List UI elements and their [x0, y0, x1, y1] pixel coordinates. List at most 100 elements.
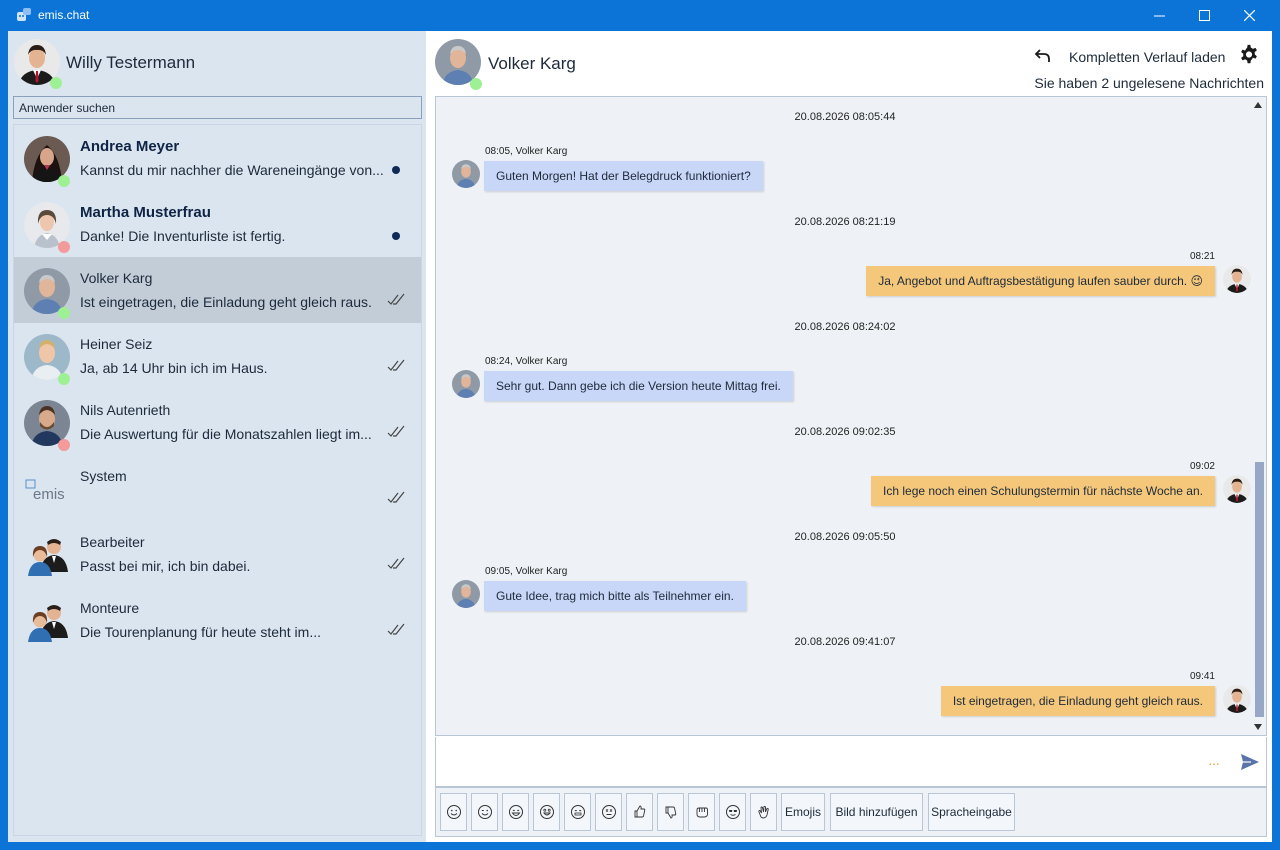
emoji-surprised-button[interactable]	[533, 793, 560, 831]
chat-panel: Volker Karg Kompletten Verlauf laden Sie…	[428, 31, 1272, 842]
contact-last-message: Ist eingetragen, die Einladung geht glei…	[80, 294, 372, 310]
contact-martha-musterfrau[interactable]: Martha Musterfrau Danke! Die Inventurlis…	[14, 191, 421, 257]
composer-toolbar: Emojis Bild hinzufügen Spracheingabe	[435, 787, 1267, 837]
read-check-icon	[387, 491, 405, 503]
contact-name: Monteure	[80, 600, 140, 616]
message-meta: 09:41	[1189, 671, 1215, 682]
incoming-message-bubble[interactable]: Gute Idee, trag mich bitte als Teilnehme…	[484, 581, 746, 611]
sidebar: Willy Testermann Andrea Meyer Kannst du …	[8, 31, 426, 842]
emoji-laugh-button[interactable]	[502, 793, 529, 831]
status-indicator	[58, 439, 70, 451]
unread-messages-info: Sie haben 2 ungelesene Nachrichten	[1034, 75, 1264, 91]
group-icon	[24, 532, 70, 578]
status-indicator	[58, 307, 70, 319]
contact-last-message: Die Tourenplanung für heute steht im...	[80, 624, 322, 640]
contact-name: Heiner Seiz	[80, 336, 153, 352]
contact-name: Volker Karg	[80, 270, 153, 286]
contact-last-message: Passt bei mir, ich bin dabei.	[80, 558, 251, 574]
contact-name: Bearbeiter	[80, 534, 145, 550]
minimize-button[interactable]	[1136, 0, 1182, 31]
clapping-hands-icon	[757, 805, 769, 819]
contact-heiner-seiz[interactable]: Heiner Seiz Ja, ab 14 Uhr bin ich im Hau…	[14, 323, 421, 389]
contact-nils-autenrieth[interactable]: Nils Autenrieth Die Auswertung für die M…	[14, 389, 421, 455]
read-check-icon	[387, 557, 405, 569]
message-timestamp: 20.08.2026 08:05:44	[794, 111, 896, 123]
smile-emoji-icon	[446, 805, 461, 819]
contact-name: System	[80, 468, 127, 484]
sender-avatar	[452, 160, 480, 188]
emoji-wink-button[interactable]	[471, 793, 498, 831]
emoji-fist-button[interactable]	[688, 793, 715, 831]
chat-partner-name: Volker Karg	[488, 54, 576, 73]
my-message-avatar	[1223, 265, 1251, 293]
wink-emoji-icon	[477, 805, 492, 819]
emoji-clap-button[interactable]	[750, 793, 777, 831]
status-indicator	[58, 373, 70, 385]
message-area: 20.08.2026 08:05:44 08:05, Volker Karg G…	[435, 96, 1267, 736]
emoji-thumbs-up-button[interactable]	[626, 793, 653, 831]
add-image-button[interactable]: Bild hinzufügen	[830, 793, 923, 831]
contact-andrea-meyer[interactable]: Andrea Meyer Kannst du mir nachher die W…	[14, 125, 421, 191]
outgoing-message-bubble[interactable]: Ist eingetragen, die Einladung geht glei…	[940, 686, 1215, 716]
contact-system[interactable]: emis System	[14, 455, 421, 521]
read-check-icon	[387, 359, 405, 371]
close-button[interactable]	[1226, 0, 1272, 31]
message-scrollbar[interactable]	[1252, 97, 1266, 735]
minimize-icon	[1153, 15, 1165, 17]
status-indicator	[58, 241, 70, 253]
surprised-emoji-icon	[539, 805, 554, 819]
grin-emoji-icon	[570, 805, 585, 819]
contact-name: Nils Autenrieth	[80, 402, 171, 418]
user-search-input[interactable]	[13, 96, 422, 119]
emoji-dizzy-button[interactable]	[595, 793, 622, 831]
contact-volker-karg[interactable]: Volker Karg Ist eingetragen, die Einladu…	[14, 257, 421, 323]
emoji-thumbs-down-button[interactable]	[657, 793, 684, 831]
thumbs-down-icon	[665, 806, 676, 819]
emoji-grin-button[interactable]	[564, 793, 591, 831]
contact-group-monteure[interactable]: Monteure Die Tourenplanung für heute ste…	[14, 587, 421, 653]
message-timestamp: 20.08.2026 08:21:19	[794, 216, 896, 228]
incoming-message-bubble[interactable]: Guten Morgen! Hat der Belegdruck funktio…	[484, 161, 763, 191]
emoji-sunglasses-button[interactable]	[719, 793, 746, 831]
fist-icon	[696, 807, 708, 818]
contact-last-message: Kannst du mir nachher die Wareneingänge …	[80, 162, 384, 178]
settings-gear-icon[interactable]	[1238, 44, 1260, 66]
message-timestamp: 20.08.2026 09:02:35	[794, 426, 896, 438]
message-timestamp: 20.08.2026 08:24:02	[794, 321, 896, 333]
status-indicator	[58, 175, 70, 187]
outgoing-message-bubble[interactable]: Ich lege noch einen Schulungstermin für …	[871, 476, 1215, 506]
app-window: Willy Testermann Andrea Meyer Kannst du …	[8, 31, 1272, 842]
message-meta: 09:05, Volker Karg	[485, 566, 568, 577]
load-history-button[interactable]: Kompletten Verlauf laden	[1069, 49, 1225, 65]
app-logo-icon	[17, 8, 31, 21]
thumbs-up-icon	[634, 805, 645, 818]
my-message-avatar	[1223, 685, 1251, 713]
group-icon	[24, 598, 70, 644]
undo-history-icon[interactable]	[1034, 47, 1052, 65]
emoji-smile-button[interactable]	[440, 793, 467, 831]
outgoing-message-bubble[interactable]: Ja, Angebot und Auftragsbestätigung lauf…	[866, 266, 1215, 296]
scroll-down-arrow-icon[interactable]	[1254, 724, 1262, 730]
message-meta: 08:21	[1189, 251, 1215, 262]
typing-indicator-icon: ···	[1208, 755, 1220, 771]
message-meta: 08:05, Volker Karg	[485, 146, 568, 157]
send-icon[interactable]	[1240, 753, 1260, 771]
message-meta: 09:02	[1189, 461, 1215, 472]
contact-name: Andrea Meyer	[80, 138, 180, 155]
emojis-button[interactable]: Emojis	[781, 793, 825, 831]
laugh-emoji-icon	[508, 805, 523, 819]
voice-input-button[interactable]: Spracheingabe	[928, 793, 1015, 831]
chat-partner-status-indicator	[470, 78, 482, 90]
maximize-button[interactable]	[1181, 0, 1227, 31]
window-title: emis.chat	[38, 8, 90, 22]
maximize-icon	[1198, 10, 1210, 21]
my-message-avatar	[1223, 475, 1251, 503]
incoming-message-bubble[interactable]: Sehr gut. Dann gebe ich die Version heut…	[484, 371, 793, 401]
scrollbar-thumb[interactable]	[1255, 462, 1264, 717]
close-icon	[1243, 10, 1255, 21]
message-timestamp: 20.08.2026 09:05:50	[794, 531, 896, 543]
message-input[interactable]	[442, 743, 1202, 779]
sunglasses-emoji-icon	[725, 805, 740, 819]
contact-group-bearbeiter[interactable]: Bearbeiter Passt bei mir, ich bin dabei.	[14, 521, 421, 587]
scroll-up-arrow-icon[interactable]	[1254, 102, 1262, 108]
